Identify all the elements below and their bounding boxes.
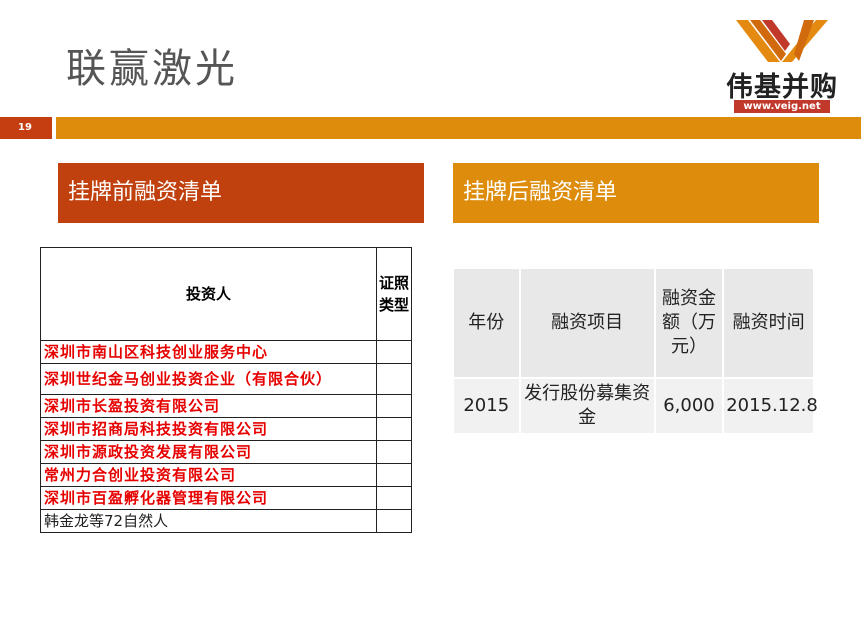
table-row: 韩金龙等72自然人 — [40, 509, 412, 533]
table-row: 深圳市南山区科技创业服务中心 — [40, 340, 412, 364]
table-row: 深圳市招商局科技投资有限公司 — [40, 417, 412, 441]
investor-name: 深圳市百盈孵化器管理有限公司 — [40, 486, 377, 510]
header-divider-bar — [56, 117, 861, 139]
license-type-cell — [376, 509, 412, 533]
date-cell: 2015.12.8 — [724, 379, 818, 433]
table-row: 常州力合创业投资有限公司 — [40, 463, 412, 487]
license-type-cell — [376, 486, 412, 510]
table-row: 2015 发行股份募集资金 6,000 2015.12.8 — [454, 379, 818, 433]
license-type-cell — [376, 463, 412, 487]
project-cell: 发行股份募集资金 — [520, 379, 654, 433]
investor-name: 韩金龙等72自然人 — [40, 509, 377, 533]
investors-table-header: 投资人 证照类型 — [40, 247, 412, 341]
investor-name: 常州力合创业投资有限公司 — [40, 463, 377, 487]
page-title: 联赢激光 — [66, 46, 238, 92]
table-row: 深圳市长盈投资有限公司 — [40, 394, 412, 418]
investor-name: 深圳市长盈投资有限公司 — [40, 394, 377, 418]
amount-header: 融资金额（万元） — [655, 269, 723, 377]
logo-name: 伟基并购 — [726, 72, 838, 103]
license-type-cell — [376, 417, 412, 441]
license-type-cell — [376, 394, 412, 418]
financing-table: 年份 融资项目 融资金额（万元） 融资时间 2015 发行股份募集资金 6,00… — [452, 267, 818, 435]
license-type-cell — [376, 363, 412, 395]
investor-name: 深圳市南山区科技创业服务中心 — [40, 340, 377, 364]
license-type-cell — [376, 340, 412, 364]
project-header: 融资项目 — [520, 269, 654, 377]
table-row: 深圳市百盈孵化器管理有限公司 — [40, 486, 412, 510]
investor-name: 深圳市招商局科技投资有限公司 — [40, 417, 377, 441]
logo-url: www.veig.net — [734, 100, 830, 113]
table-row: 深圳市源政投资发展有限公司 — [40, 440, 412, 464]
section-title-post-listing: 挂牌后融资清单 — [453, 163, 819, 223]
year-cell: 2015 — [454, 379, 519, 433]
amount-cell: 6,000 — [655, 379, 723, 433]
company-logo: 伟基并购 www.veig.net — [716, 18, 846, 114]
investor-name: 深圳市源政投资发展有限公司 — [40, 440, 377, 464]
section-title-pre-listing: 挂牌前融资清单 — [58, 163, 424, 223]
investor-name: 深圳世纪金马创业投资企业（有限合伙） — [40, 363, 377, 395]
license-type-header: 证照类型 — [376, 247, 412, 341]
logo-v-icon — [736, 20, 828, 62]
financing-table-header: 年份 融资项目 融资金额（万元） 融资时间 — [454, 269, 813, 377]
license-type-cell — [376, 440, 412, 464]
page-number: 19 — [0, 117, 52, 139]
date-header: 融资时间 — [724, 269, 813, 377]
year-header: 年份 — [454, 269, 519, 377]
investor-header: 投资人 — [40, 247, 377, 341]
table-row: 深圳世纪金马创业投资企业（有限合伙） — [40, 363, 412, 395]
investors-table: 投资人 证照类型 深圳市南山区科技创业服务中心 深圳世纪金马创业投资企业（有限合… — [40, 247, 412, 533]
